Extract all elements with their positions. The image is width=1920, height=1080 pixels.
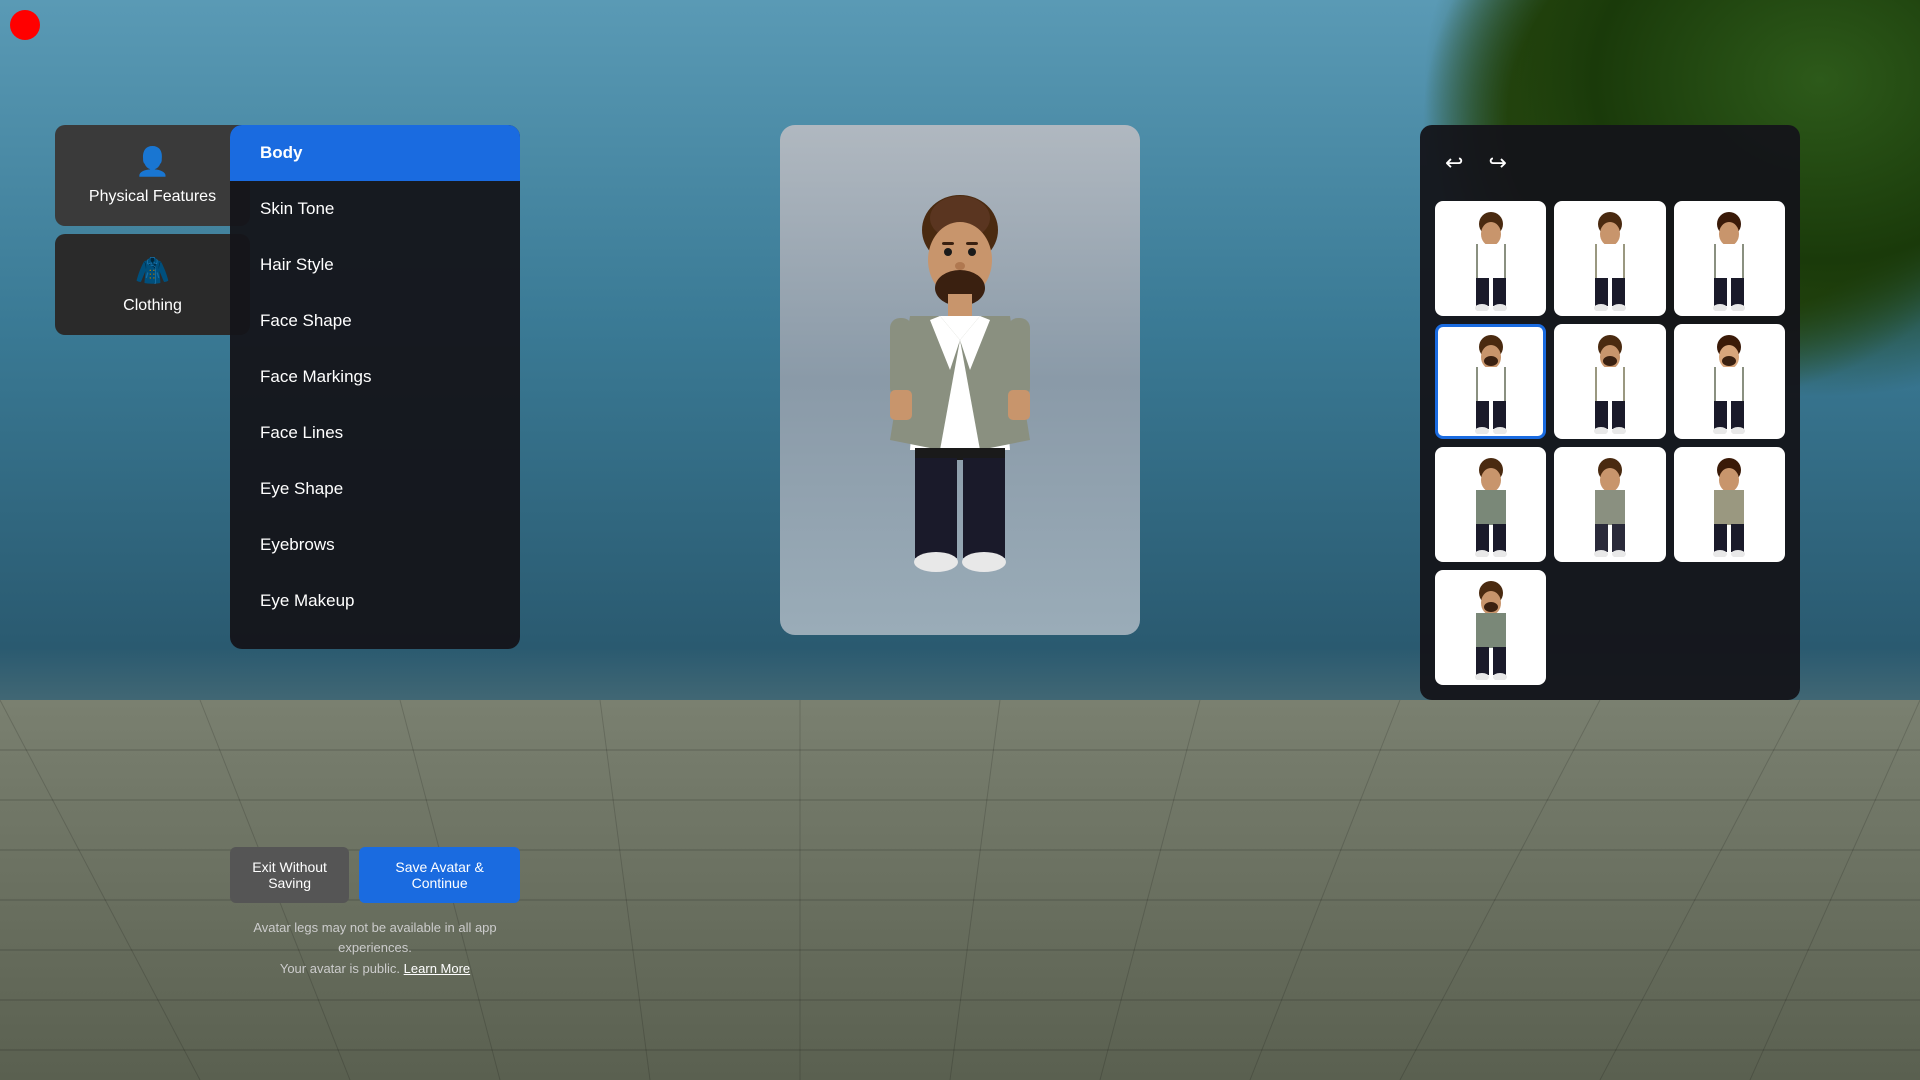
redo-button[interactable]: ↪	[1483, 145, 1511, 181]
avatar-option-2[interactable]	[1554, 201, 1665, 316]
exit-button[interactable]: Exit Without Saving	[230, 847, 349, 903]
undo-button[interactable]: ↩	[1440, 145, 1468, 181]
menu-item-eye-makeup[interactable]: Eye Makeup	[230, 573, 520, 629]
avatar-option-7[interactable]	[1435, 447, 1546, 562]
physical-features-icon: 👤	[135, 145, 170, 178]
category-sidebar: 👤 Physical Features 🧥 Clothing	[55, 125, 250, 335]
avatar-thumb-figure-6	[1694, 329, 1764, 434]
footer-text: Avatar legs may not be available in all …	[230, 918, 520, 980]
avatar-thumb-figure-1	[1456, 206, 1526, 311]
avatar-thumb-figure-7	[1456, 452, 1526, 557]
button-row: Exit Without Saving Save Avatar & Contin…	[230, 847, 520, 903]
avatar-option-6[interactable]	[1674, 324, 1785, 439]
avatar-option-8[interactable]	[1554, 447, 1665, 562]
avatars-grid	[1435, 201, 1785, 685]
menu-item-body[interactable]: Body	[230, 125, 520, 181]
menu-item-face-markings[interactable]: Face Markings	[230, 349, 520, 405]
avatar-thumb-figure-10	[1456, 575, 1526, 680]
menu-item-eye-shape[interactable]: Eye Shape	[230, 461, 520, 517]
avatar-thumb-figure-4	[1456, 329, 1526, 434]
clothing-label: Clothing	[123, 297, 182, 315]
right-panel-header: ↩ ↪	[1435, 140, 1785, 186]
avatar-option-1[interactable]	[1435, 201, 1546, 316]
menu-item-hair-style[interactable]: Hair Style	[230, 237, 520, 293]
avatar-option-3[interactable]	[1674, 201, 1785, 316]
avatar-preview-area	[780, 125, 1140, 635]
physical-features-label: Physical Features	[89, 188, 216, 206]
menu-panel: Body Skin Tone Hair Style Face Shape Fac…	[230, 125, 520, 649]
avatar-option-10[interactable]	[1435, 570, 1546, 685]
sidebar-item-clothing[interactable]: 🧥 Clothing	[55, 234, 250, 335]
bottom-section: Exit Without Saving Save Avatar & Contin…	[230, 847, 520, 980]
learn-more-link[interactable]: Learn More	[404, 961, 470, 976]
avatar-option-5[interactable]	[1554, 324, 1665, 439]
avatar-thumb-figure-9	[1694, 452, 1764, 557]
menu-item-face-shape[interactable]: Face Shape	[230, 293, 520, 349]
sidebar-item-physical-features[interactable]: 👤 Physical Features	[55, 125, 250, 226]
footer-line2: Your avatar is public.	[280, 961, 400, 976]
menu-item-skin-tone[interactable]: Skin Tone	[230, 181, 520, 237]
save-button[interactable]: Save Avatar & Continue	[359, 847, 520, 903]
avatar-thumb-figure-3	[1694, 206, 1764, 311]
avatar-option-4[interactable]	[1435, 324, 1546, 439]
menu-item-eyebrows[interactable]: Eyebrows	[230, 517, 520, 573]
avatar-thumb-figure-2	[1575, 206, 1645, 311]
avatar-thumb-figure-5	[1575, 329, 1645, 434]
red-indicator	[10, 10, 40, 40]
clothing-icon: 🧥	[135, 254, 170, 287]
menu-item-face-lines[interactable]: Face Lines	[230, 405, 520, 461]
footer-line1: Avatar legs may not be available in all …	[253, 920, 496, 956]
avatar-option-9[interactable]	[1674, 447, 1785, 562]
avatar-figure	[860, 170, 1060, 590]
avatar-thumb-figure-8	[1575, 452, 1645, 557]
right-panel: ↩ ↪	[1420, 125, 1800, 700]
